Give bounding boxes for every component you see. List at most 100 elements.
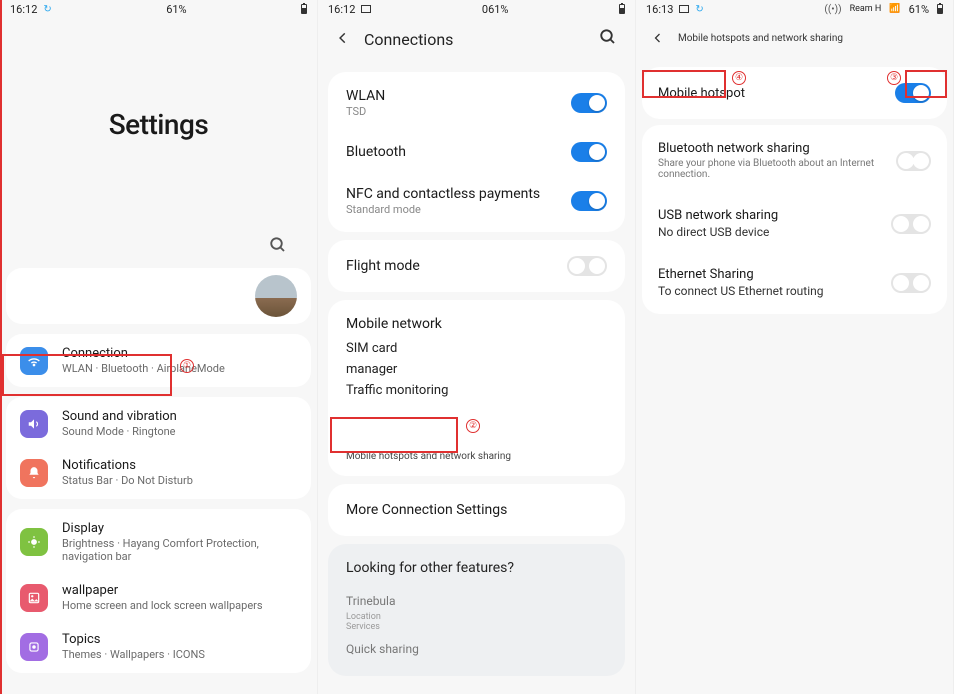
row-mobile-hotspot[interactable]: Mobile hotspot bbox=[642, 69, 947, 117]
item-subtitle: Brightness · Hayang Comfort Protection, … bbox=[62, 537, 297, 563]
looking-for-card: Looking for other features? Trinebula Lo… bbox=[328, 544, 625, 676]
connections-group-1: WLAN TSD Bluetooth NFC and contactless p… bbox=[328, 72, 625, 232]
row-title: Flight mode bbox=[346, 258, 420, 274]
page-header: Connections bbox=[318, 18, 635, 64]
row-subtitle: Share your phone via Bluetooth about an … bbox=[658, 158, 896, 180]
battery-icon bbox=[301, 4, 307, 14]
row-flight-mode[interactable]: Flight mode bbox=[328, 244, 625, 288]
back-icon[interactable] bbox=[652, 28, 664, 49]
page-title: Settings bbox=[0, 108, 317, 141]
status-time: 16:12 bbox=[328, 3, 355, 16]
item-subtitle: Sound Mode · Ringtone bbox=[62, 425, 177, 438]
connections-group-3: Mobile network SIM card manager Traffic … bbox=[328, 300, 625, 476]
row-hotspots[interactable]: Mobile hotspots and network sharing bbox=[328, 441, 625, 472]
item-title: Sound and vibration bbox=[62, 409, 177, 424]
annotation-label-4: ④ bbox=[732, 70, 746, 85]
connections-group-4: More Connection Settings bbox=[328, 484, 625, 536]
settings-group-2: Sound and vibration Sound Mode · Rington… bbox=[6, 397, 311, 499]
toggle-wlan[interactable] bbox=[571, 93, 607, 113]
row-bluetooth[interactable]: Bluetooth bbox=[328, 130, 625, 174]
settings-item-connection[interactable]: Connection WLAN · Bluetooth · AirplaneMo… bbox=[6, 336, 311, 385]
status-time: 16:12 bbox=[10, 3, 37, 16]
toggle-nfc[interactable] bbox=[571, 191, 607, 211]
annotation-edge bbox=[0, 0, 4, 694]
sub-manager[interactable]: manager bbox=[346, 359, 607, 380]
hotspot-status-icon: ((•)) bbox=[824, 4, 841, 15]
status-bar: 16:13 ↻ ((•)) Ream H 📶 61% bbox=[636, 0, 953, 18]
item-subtitle: Themes · Wallpapers · ICONS bbox=[62, 648, 205, 661]
themes-icon bbox=[20, 633, 48, 661]
row-mobile-network[interactable]: Mobile network bbox=[328, 304, 625, 336]
toggle-bt-sharing[interactable] bbox=[896, 151, 931, 171]
toggle-usb-sharing[interactable] bbox=[891, 214, 931, 234]
picture-icon bbox=[679, 5, 689, 13]
page-title: Connections bbox=[364, 30, 453, 49]
item-title: Topics bbox=[62, 632, 205, 647]
row-wlan[interactable]: WLAN TSD bbox=[328, 76, 625, 130]
looking-item[interactable]: Location bbox=[346, 612, 607, 622]
toggle-flight[interactable] bbox=[567, 256, 607, 276]
battery-icon bbox=[619, 4, 625, 14]
panel-connections: 16:12 061% Connections WLAN TSD Bluetoo bbox=[318, 0, 636, 694]
annotation-label-1: ① bbox=[180, 358, 194, 373]
status-carrier: Ream H bbox=[850, 4, 882, 14]
row-subtitle: To connect US Ethernet routing bbox=[658, 284, 824, 298]
row-subtitle: TSD bbox=[346, 105, 385, 118]
item-subtitle: WLAN · Bluetooth · AirplaneMode bbox=[62, 362, 225, 375]
settings-item-wallpaper[interactable]: wallpaper Home screen and lock screen wa… bbox=[6, 573, 311, 622]
toggle-hotspot[interactable] bbox=[895, 83, 931, 103]
panel-hotspot: 16:13 ↻ ((•)) Ream H 📶 61% Mobile hotspo… bbox=[636, 0, 954, 694]
toggle-bluetooth[interactable] bbox=[571, 142, 607, 162]
bell-icon bbox=[20, 459, 48, 487]
profile-row[interactable] bbox=[6, 268, 311, 324]
panel-settings: 16:12 ↻ 61% Settings Connection WLAN · B… bbox=[0, 0, 318, 694]
settings-item-display[interactable]: Display Brightness · Hayang Comfort Prot… bbox=[6, 511, 311, 573]
status-bar: 16:12 ↻ 61% bbox=[0, 0, 317, 18]
back-icon[interactable] bbox=[336, 29, 350, 50]
row-nfc[interactable]: NFC and contactless payments Standard mo… bbox=[328, 174, 625, 228]
item-subtitle: Home screen and lock screen wallpapers bbox=[62, 599, 263, 612]
status-time: 16:13 bbox=[646, 3, 673, 16]
looking-item[interactable]: Trinebula bbox=[346, 590, 607, 612]
settings-item-topics[interactable]: Topics Themes · Wallpapers · ICONS bbox=[6, 622, 311, 671]
row-more-settings[interactable]: More Connection Settings bbox=[328, 488, 625, 532]
settings-item-sound[interactable]: Sound and vibration Sound Mode · Rington… bbox=[6, 399, 311, 448]
toggle-eth-sharing[interactable] bbox=[891, 273, 931, 293]
row-usb-sharing[interactable]: USB network sharing No direct USB device bbox=[642, 194, 947, 253]
item-title: wallpaper bbox=[62, 583, 263, 598]
settings-group-3: Display Brightness · Hayang Comfort Prot… bbox=[6, 509, 311, 673]
battery-icon bbox=[937, 4, 943, 14]
item-title: Notifications bbox=[62, 458, 193, 473]
status-battery-pct: 061% bbox=[482, 3, 509, 16]
settings-group-1: Connection WLAN · Bluetooth · AirplaneMo… bbox=[6, 334, 311, 387]
sub-traffic[interactable]: Traffic monitoring bbox=[346, 380, 607, 401]
search-icon[interactable] bbox=[269, 236, 287, 258]
sub-sim[interactable]: SIM card bbox=[346, 338, 607, 359]
settings-item-notifications[interactable]: Notifications Status Bar · Do Not Distur… bbox=[6, 448, 311, 497]
avatar[interactable] bbox=[255, 275, 297, 317]
row-title: WLAN bbox=[346, 88, 385, 104]
row-bt-sharing[interactable]: Bluetooth network sharing Share your pho… bbox=[642, 127, 947, 194]
row-subtitle: No direct USB device bbox=[658, 225, 778, 239]
row-title: Ethernet Sharing bbox=[658, 267, 824, 282]
item-title: Display bbox=[62, 521, 297, 536]
sync-icon: ↻ bbox=[43, 4, 51, 15]
search-icon[interactable] bbox=[599, 28, 617, 50]
page-title: Mobile hotspots and network sharing bbox=[678, 33, 843, 44]
display-icon bbox=[20, 528, 48, 556]
connections-group-2: Flight mode bbox=[328, 240, 625, 292]
row-title: Mobile hotspot bbox=[658, 86, 745, 101]
row-title: USB network sharing bbox=[658, 208, 778, 223]
item-title: Connection bbox=[62, 346, 225, 361]
picture-icon bbox=[361, 5, 371, 13]
mobile-sublist: SIM card manager Traffic monitoring bbox=[328, 336, 625, 411]
hotspot-card-1: Mobile hotspot bbox=[642, 67, 947, 119]
annotation-label-2: ② bbox=[466, 418, 480, 433]
row-ethernet-sharing[interactable]: Ethernet Sharing To connect US Ethernet … bbox=[642, 253, 947, 312]
looking-item[interactable]: Quick sharing bbox=[346, 638, 607, 660]
looking-item[interactable]: Services bbox=[346, 622, 607, 632]
row-subtitle: Standard mode bbox=[346, 203, 540, 216]
looking-title: Looking for other features? bbox=[346, 560, 607, 576]
row-title: Mobile network bbox=[346, 316, 442, 332]
status-battery-pct: 61% bbox=[909, 3, 929, 16]
